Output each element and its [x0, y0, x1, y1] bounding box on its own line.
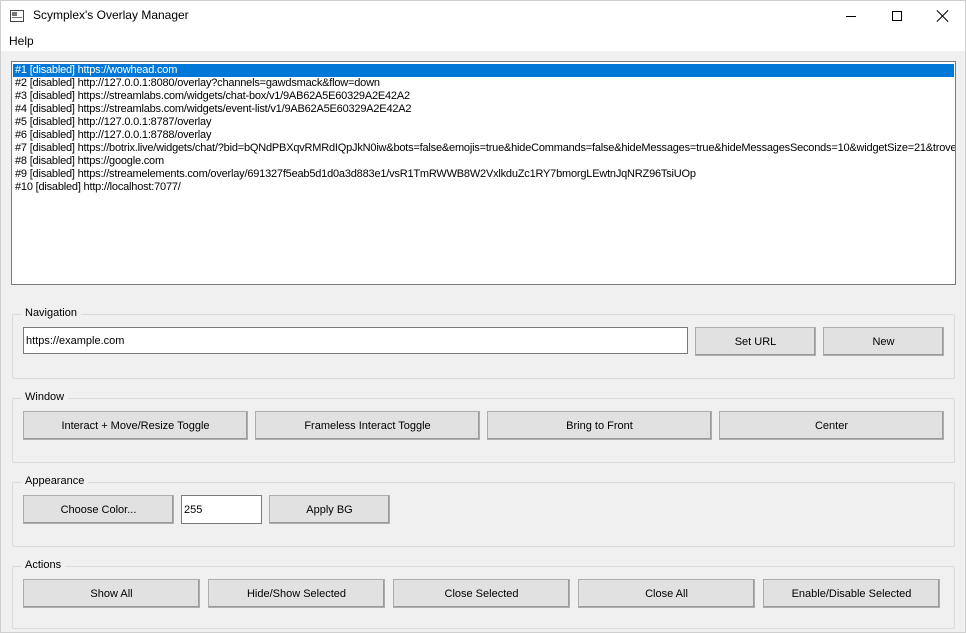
actions-legend: Actions	[21, 559, 66, 571]
bring-to-front-button[interactable]: Bring to Front	[487, 411, 712, 440]
menu-help[interactable]: Help	[9, 34, 34, 48]
list-item[interactable]: #8 [disabled] https://google.com	[13, 155, 164, 168]
url-input[interactable]	[23, 327, 688, 354]
list-item[interactable]: #4 [disabled] https://streamlabs.com/wid…	[13, 103, 412, 116]
maximize-icon	[892, 11, 902, 21]
list-item[interactable]: #7 [disabled] https://botrix.live/widget…	[13, 142, 955, 155]
window-title: Scymplex's Overlay Manager	[33, 8, 189, 22]
list-item[interactable]: #5 [disabled] http://127.0.0.1:8787/over…	[13, 116, 211, 129]
list-item[interactable]: #6 [disabled] http://127.0.0.1:8788/over…	[13, 129, 211, 142]
new-overlay-button[interactable]: New	[823, 327, 944, 356]
close-all-button[interactable]: Close All	[578, 579, 755, 608]
list-item[interactable]: #2 [disabled] http://127.0.0.1:8080/over…	[13, 77, 380, 90]
alpha-input[interactable]	[181, 495, 262, 524]
overlay-manager-window: Scymplex's Overlay Manager Help #1 [disa…	[0, 0, 966, 633]
list-item[interactable]: #10 [disabled] http://localhost:7077/	[13, 181, 181, 194]
frameless-interact-toggle-button[interactable]: Frameless Interact Toggle	[255, 411, 480, 440]
interact-move-resize-toggle-button[interactable]: Interact + Move/Resize Toggle	[23, 411, 248, 440]
enable-disable-selected-button[interactable]: Enable/Disable Selected	[763, 579, 940, 608]
window-legend: Window	[21, 391, 69, 403]
minimize-button[interactable]	[828, 1, 874, 31]
set-url-button[interactable]: Set URL	[695, 327, 816, 356]
list-item[interactable]: #9 [disabled] https://streamelements.com…	[13, 168, 696, 181]
choose-color-button[interactable]: Choose Color...	[23, 495, 174, 524]
close-selected-button[interactable]: Close Selected	[393, 579, 570, 608]
navigation-legend: Navigation	[21, 307, 81, 319]
overlay-list[interactable]: #1 [disabled] https://wowhead.com #2 [di…	[11, 61, 956, 285]
maximize-button[interactable]	[874, 1, 920, 31]
minimize-icon	[846, 15, 856, 17]
show-all-button[interactable]: Show All	[23, 579, 200, 608]
apply-bg-button[interactable]: Apply BG	[269, 495, 390, 524]
title-bar[interactable]: Scymplex's Overlay Manager	[1, 1, 965, 31]
app-window-icon	[10, 10, 24, 22]
close-window-button[interactable]	[920, 1, 966, 31]
list-item[interactable]: #3 [disabled] https://streamlabs.com/wid…	[13, 90, 410, 103]
hide-show-selected-button[interactable]: Hide/Show Selected	[208, 579, 385, 608]
close-icon	[937, 10, 949, 22]
list-item[interactable]: #1 [disabled] https://wowhead.com	[13, 64, 954, 77]
appearance-legend: Appearance	[21, 475, 89, 487]
center-button[interactable]: Center	[719, 411, 944, 440]
menu-bar: Help	[1, 31, 965, 51]
